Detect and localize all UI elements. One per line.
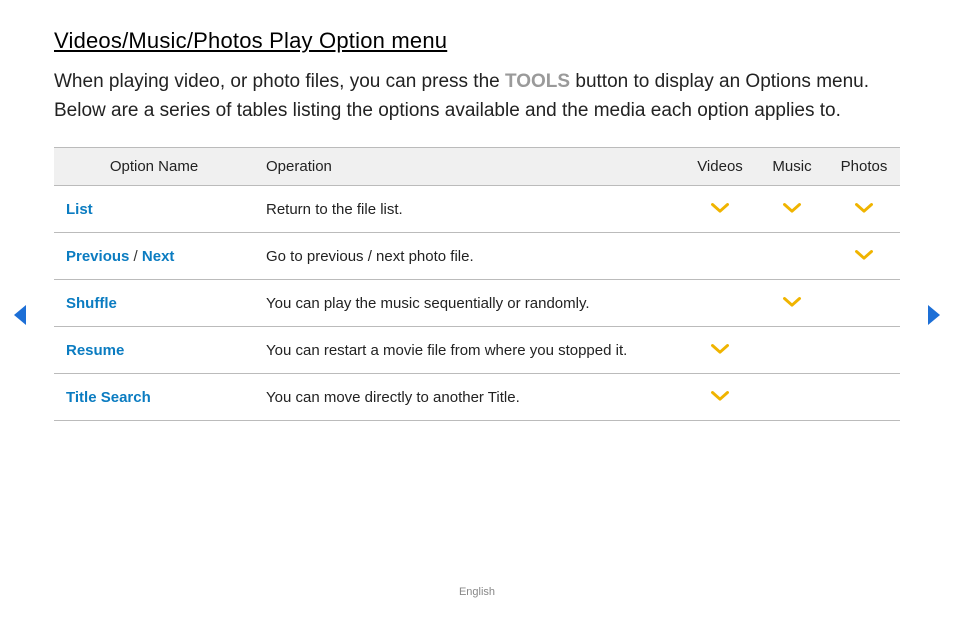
check-icon xyxy=(782,201,802,218)
option-name-separator: / xyxy=(129,248,142,265)
option-name-cell: List xyxy=(54,186,254,233)
header-operation: Operation xyxy=(254,148,684,186)
header-videos: Videos xyxy=(684,148,756,186)
table-row: Title Search You can move directly to ano… xyxy=(54,374,900,421)
photos-cell xyxy=(828,233,900,280)
table-row: Previous / NextGo to previous / next pho… xyxy=(54,233,900,280)
photos-cell xyxy=(828,280,900,327)
option-name-part: Resume xyxy=(66,342,124,359)
intro-text: When playing video, or photo files, you … xyxy=(54,68,900,125)
music-cell xyxy=(756,327,828,374)
music-cell xyxy=(756,280,828,327)
option-name-part: Title Search xyxy=(66,389,151,406)
option-name-part: Shuffle xyxy=(66,295,117,312)
option-name-cell: Previous / Next xyxy=(54,233,254,280)
nav-prev-button[interactable] xyxy=(12,303,30,327)
options-table: Option Name Operation Videos Music Photo… xyxy=(54,147,900,421)
table-header-row: Option Name Operation Videos Music Photo… xyxy=(54,148,900,186)
videos-cell xyxy=(684,186,756,233)
option-name-part: Previous xyxy=(66,248,129,265)
videos-cell xyxy=(684,327,756,374)
videos-cell xyxy=(684,374,756,421)
option-name-part: List xyxy=(66,201,93,218)
header-music: Music xyxy=(756,148,828,186)
operation-cell: You can move directly to another Title. xyxy=(254,374,684,421)
music-cell xyxy=(756,233,828,280)
photos-cell xyxy=(828,374,900,421)
music-cell xyxy=(756,186,828,233)
table-row: Shuffle You can play the music sequential… xyxy=(54,280,900,327)
header-photos: Photos xyxy=(828,148,900,186)
nav-next-button[interactable] xyxy=(924,303,942,327)
table-row: List Return to the file list. xyxy=(54,186,900,233)
check-icon xyxy=(710,389,730,406)
music-cell xyxy=(756,374,828,421)
page-title: Videos/Music/Photos Play Option menu xyxy=(54,28,900,54)
operation-cell: Return to the file list. xyxy=(254,186,684,233)
operation-cell: You can restart a movie file from where … xyxy=(254,327,684,374)
videos-cell xyxy=(684,233,756,280)
check-icon xyxy=(854,201,874,218)
operation-cell: Go to previous / next photo file. xyxy=(254,233,684,280)
option-name-cell: Resume xyxy=(54,327,254,374)
check-icon xyxy=(782,295,802,312)
photos-cell xyxy=(828,327,900,374)
header-option-name: Option Name xyxy=(54,148,254,186)
videos-cell xyxy=(684,280,756,327)
check-icon xyxy=(854,248,874,265)
footer-language: English xyxy=(0,586,954,598)
option-name-part: Next xyxy=(142,248,175,265)
table-row: Resume You can restart a movie file from … xyxy=(54,327,900,374)
operation-cell: You can play the music sequentially or r… xyxy=(254,280,684,327)
check-icon xyxy=(710,201,730,218)
check-icon xyxy=(710,342,730,359)
intro-pre: When playing video, or photo files, you … xyxy=(54,71,505,92)
tools-label: TOOLS xyxy=(505,71,570,92)
option-name-cell: Title Search xyxy=(54,374,254,421)
triangle-left-icon xyxy=(12,303,30,327)
photos-cell xyxy=(828,186,900,233)
option-name-cell: Shuffle xyxy=(54,280,254,327)
triangle-right-icon xyxy=(924,303,942,327)
